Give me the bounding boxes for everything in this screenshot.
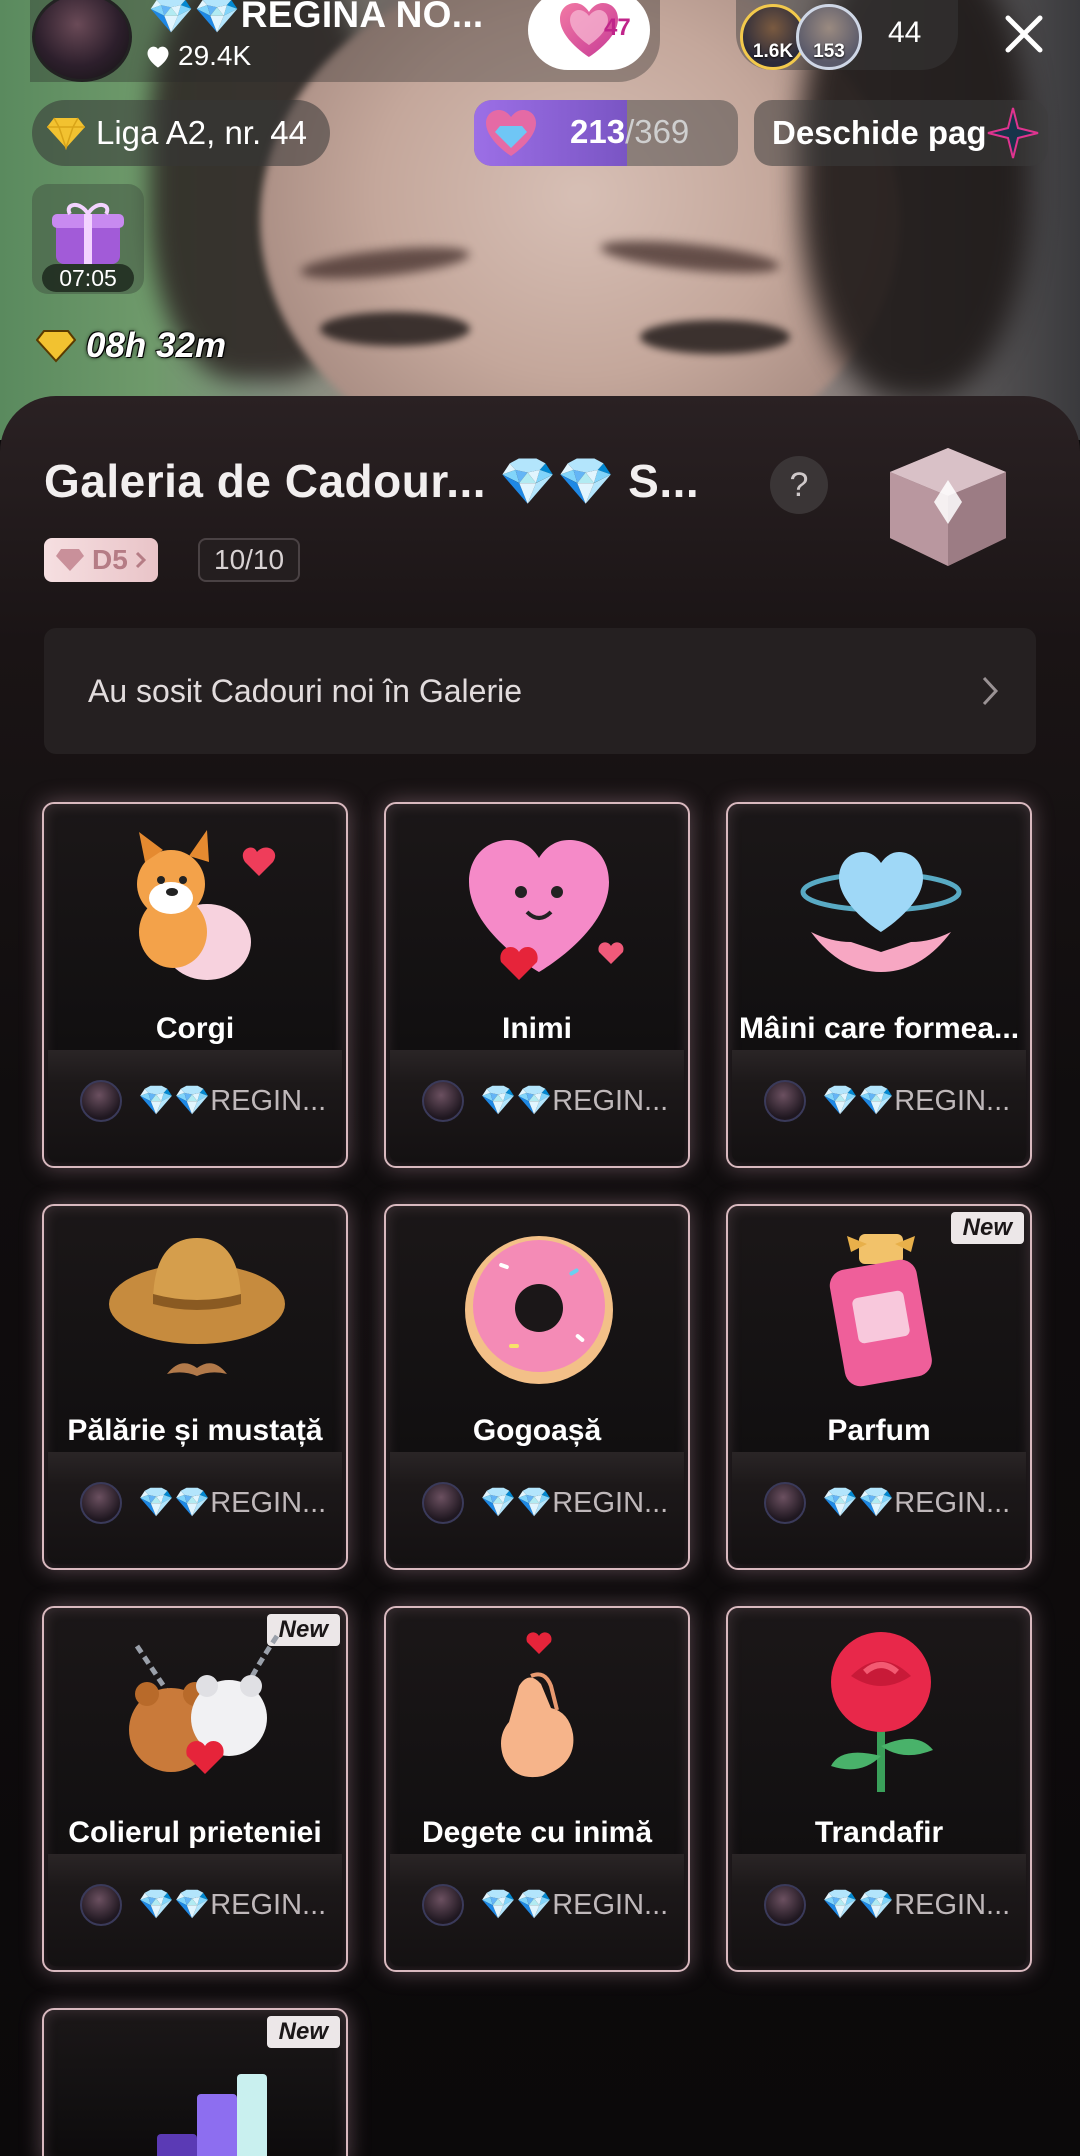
gift-owner: 💎💎REGIN... — [480, 1889, 669, 1921]
chevron-right-icon — [982, 676, 999, 706]
owner-avatar — [80, 1884, 122, 1926]
crystal-cube-icon — [890, 448, 1006, 566]
gift-name: Inimi — [501, 1012, 572, 1045]
league-countdown-text: 08h 32m — [86, 326, 227, 365]
owner-avatar — [422, 1884, 464, 1926]
host-name[interactable]: 💎💎REGINA NO... — [148, 0, 483, 37]
gift-name: Mâini care formea... — [738, 1012, 1020, 1045]
gift-card[interactable]: New Parfum 💎💎REGIN... — [726, 1204, 1032, 1570]
owner-avatar — [764, 1080, 806, 1122]
host-likes: 29.4K — [144, 40, 251, 72]
chart-blocks-icon — [157, 2074, 267, 2156]
new-gifts-banner[interactable]: Au sosit Cadouri noi în Galerie — [44, 628, 1036, 754]
sparkle-star-icon — [987, 107, 1039, 159]
gift-box-icon — [52, 203, 124, 264]
close-button[interactable] — [1000, 10, 1048, 58]
gallery-level: D5 — [92, 544, 128, 575]
gift-owner-row: 💎💎REGIN... — [732, 1050, 1026, 1162]
owner-avatar — [80, 1080, 122, 1122]
gift-owner-row: 💎💎REGIN... — [48, 1854, 342, 1966]
gift-owner: 💎💎REGIN... — [822, 1085, 1011, 1117]
hearts-icon — [469, 840, 624, 980]
gift-name: Degete cu inimă — [421, 1816, 653, 1849]
timed-gift-countdown: 07:05 — [42, 264, 134, 292]
owner-avatar — [80, 1482, 122, 1524]
rose-icon — [831, 1632, 933, 1792]
goal-progress[interactable]: 213/369 — [474, 100, 738, 166]
timed-gift-box[interactable]: 07:05 — [32, 184, 144, 294]
gift-owner-row: 💎💎REGIN... — [390, 1452, 684, 1564]
heart-icon — [147, 46, 169, 68]
owner-avatar — [764, 1884, 806, 1926]
donut-icon — [465, 1236, 613, 1384]
corgi-icon — [137, 830, 276, 980]
gift-owner: 💎💎REGIN... — [138, 1085, 327, 1117]
gift-card[interactable]: New — [42, 2008, 348, 2156]
gift-card[interactable]: Mâini care formea... 💎💎REGIN... — [726, 802, 1032, 1168]
finger-heart-icon — [501, 1632, 574, 1778]
top-viewer-score: 153 — [813, 41, 845, 62]
owner-avatar — [422, 1482, 464, 1524]
diamond-gem-icon — [486, 110, 536, 156]
chevron-right-icon — [135, 551, 146, 569]
gift-owner-row: 💎💎REGIN... — [732, 1854, 1026, 1966]
gift-owner: 💎💎REGIN... — [480, 1085, 669, 1117]
open-page-label: Deschide pag — [772, 114, 987, 151]
league-label: Liga A2, nr. 44 — [96, 114, 308, 151]
gift-gallery-sheet: Galeria de Cadour... 💎💎 S... ? D5 10/10 … — [0, 396, 1080, 2156]
gift-owner: 💎💎REGIN... — [480, 1487, 669, 1519]
follow-count: 47 — [604, 14, 631, 41]
gift-owner-row: 💎💎REGIN... — [732, 1452, 1026, 1564]
gift-owner: 💎💎REGIN... — [138, 1889, 327, 1921]
bears-necklace-icon — [129, 1634, 280, 1774]
gallery-count: 10/10 — [198, 538, 301, 582]
owner-avatar — [764, 1482, 806, 1524]
gallery-title: Galeria de Cadour... 💎💎 S... — [44, 455, 700, 507]
gift-name: Pălărie și mustață — [67, 1414, 323, 1447]
owner-avatar — [422, 1080, 464, 1122]
gift-card[interactable]: Gogoașă 💎💎REGIN... — [384, 1204, 690, 1570]
gift-name: Gogoașă — [472, 1414, 602, 1447]
open-page-button[interactable]: Deschide pag — [754, 100, 1048, 166]
follow-button[interactable]: 47 — [528, 0, 650, 70]
gift-card[interactable]: Trandafir 💎💎REGIN... — [726, 1606, 1032, 1972]
gift-owner-row: 💎💎REGIN... — [48, 1050, 342, 1162]
top-viewer-score: 1.6K — [752, 41, 794, 62]
gift-card[interactable]: Corgi 💎💎REGIN... — [42, 802, 348, 1168]
gift-card[interactable]: New Colierul prieteniei 💎💎REGIN... — [42, 1606, 348, 1972]
perfume-icon — [829, 1234, 932, 1387]
gold-diamond-icon — [36, 330, 76, 363]
viewer-count[interactable]: 44 — [888, 16, 921, 50]
gift-name: Parfum — [827, 1414, 931, 1447]
gift-owner-row: 💎💎REGIN... — [48, 1452, 342, 1564]
gallery-level-badge[interactable]: D5 — [44, 538, 158, 582]
gift-owner: 💎💎REGIN... — [822, 1487, 1011, 1519]
new-gifts-banner-text: Au sosit Cadouri noi în Galerie — [88, 672, 522, 709]
gift-name: Corgi — [155, 1012, 235, 1045]
goal-progress-text: 213/369 — [570, 113, 690, 150]
gift-card[interactable]: Pălărie și mustață 💎💎REGIN... — [42, 1204, 348, 1570]
diamond-icon — [47, 117, 85, 150]
hat-mustache-icon — [109, 1238, 285, 1376]
hands-heart-icon — [800, 852, 962, 972]
diamond-outline-icon — [56, 549, 84, 571]
host-likes-count: 29.4K — [178, 40, 252, 71]
top-viewer-avatar[interactable]: 153 — [796, 4, 862, 70]
league-pill[interactable]: Liga A2, nr. 44 — [32, 100, 330, 166]
gift-card[interactable]: Inimi 💎💎REGIN... — [384, 802, 690, 1168]
gift-owner-row: 💎💎REGIN... — [390, 1050, 684, 1162]
help-button[interactable]: ? — [770, 456, 828, 514]
league-countdown: 08h 32m — [36, 326, 226, 366]
gift-owner: 💎💎REGIN... — [822, 1889, 1011, 1921]
gift-name: Trandafir — [814, 1816, 944, 1849]
gift-owner: 💎💎REGIN... — [138, 1487, 327, 1519]
gift-card[interactable]: Degete cu inimă 💎💎REGIN... — [384, 1606, 690, 1972]
close-icon — [1005, 15, 1043, 53]
gift-owner-row: 💎💎REGIN... — [390, 1854, 684, 1966]
gift-name: Colierul prieteniei — [68, 1816, 322, 1849]
